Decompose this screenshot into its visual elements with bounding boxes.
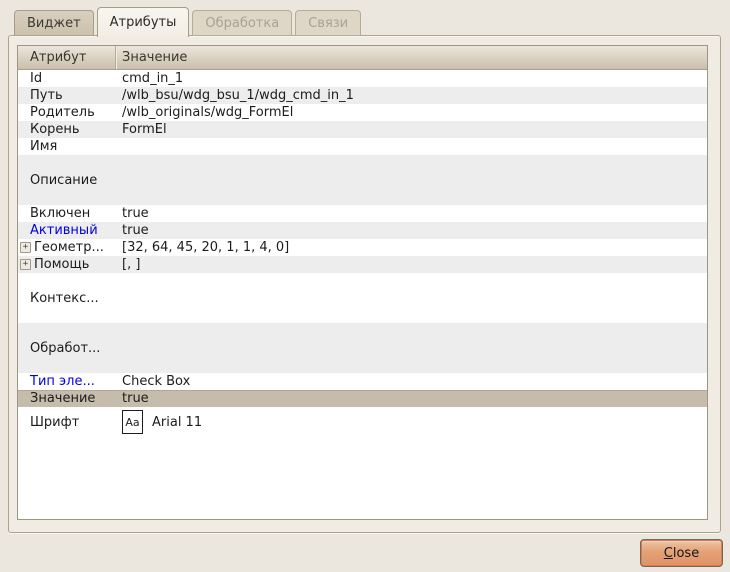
attribute-value: Arial 11 <box>152 415 202 430</box>
attribute-name-cell: Корень <box>18 122 116 137</box>
tab-label: Обработка <box>205 16 279 31</box>
attribute-name-cell: Включен <box>18 206 116 221</box>
attribute-value-cell: Check Box <box>116 374 707 389</box>
attribute-value: true <box>122 223 149 238</box>
tab-bar: Виджет Атрибуты Обработка Связи <box>14 0 364 36</box>
table-row[interactable]: Активный true <box>18 222 707 239</box>
attribute-name-label: Контекс... <box>30 291 99 306</box>
attribute-value: FormEl <box>122 122 167 137</box>
table-row[interactable]: Тип эле... Check Box <box>18 373 707 390</box>
attribute-name-cell: Путь <box>18 88 116 103</box>
column-header-attribute[interactable]: Атрибут <box>18 46 116 69</box>
attribute-name-label: Имя <box>30 139 57 154</box>
attribute-value: /wlb_originals/wdg_FormEl <box>122 105 293 120</box>
attribute-name-label: Описание <box>30 173 97 188</box>
attribute-name-cell: Значение <box>18 391 116 406</box>
table-row[interactable]: Шрифт Aa Arial 11 <box>18 407 707 437</box>
table-row[interactable]: Корень FormEl <box>18 121 707 138</box>
attribute-name-link[interactable]: Активный <box>30 223 98 238</box>
attribute-name-label: Id <box>30 71 42 86</box>
attribute-value-cell: FormEl <box>116 122 707 137</box>
attribute-value-cell: true <box>116 223 707 238</box>
attribute-name-label: Корень <box>30 122 80 137</box>
tab-links: Связи <box>295 10 361 36</box>
table-row[interactable]: Путь/wlb_bsu/wdg_bsu_1/wdg_cmd_in_1 <box>18 87 707 104</box>
table-row[interactable]: Обработ... <box>18 323 707 373</box>
table-row[interactable]: Значение true <box>18 390 707 407</box>
attribute-value: /wlb_bsu/wdg_bsu_1/wdg_cmd_in_1 <box>122 88 354 103</box>
attribute-name-cell: Имя <box>18 139 116 154</box>
attribute-name-label: Включен <box>30 206 90 221</box>
table-header: Атрибут Значение <box>18 46 707 70</box>
attribute-value: cmd_in_1 <box>122 71 183 86</box>
attribute-name-cell: Шрифт <box>18 415 116 430</box>
attribute-name-cell: Описание <box>18 173 116 188</box>
button-bar: Close <box>640 539 723 567</box>
attribute-value-cell: Aa Arial 11 <box>116 410 707 434</box>
table-row[interactable]: Включен true <box>18 205 707 222</box>
attribute-name-label: Помощь <box>34 257 89 272</box>
tab-label: Атрибуты <box>110 15 177 30</box>
close-button-accel: C <box>664 546 673 561</box>
attribute-name-cell: Id <box>18 71 116 86</box>
tab-label: Виджет <box>27 16 81 31</box>
attribute-name-label: Шрифт <box>30 415 79 430</box>
close-button-label: lose <box>673 546 699 561</box>
attribute-name-label: Геометр... <box>34 240 104 255</box>
attribute-name-label: Значение <box>30 391 95 406</box>
attribute-name-label: Родитель <box>30 105 95 120</box>
attribute-name-cell: +Помощь <box>18 257 116 272</box>
table-row[interactable]: Контекс... <box>18 273 707 323</box>
table-body: Idcmd_in_1Путь/wlb_bsu/wdg_bsu_1/wdg_cmd… <box>18 70 707 437</box>
column-header-label: Атрибут <box>30 50 86 65</box>
attribute-name-link[interactable]: Тип эле... <box>30 374 95 389</box>
attributes-panel: Атрибут Значение Idcmd_in_1Путь/wlb_bsu/… <box>8 35 721 533</box>
table-row[interactable]: Описание <box>18 155 707 205</box>
tab-widget[interactable]: Виджет <box>14 10 94 36</box>
table-row[interactable]: +Геометр... [32, 64, 45, 20, 1, 1, 4, 0] <box>18 239 707 256</box>
attribute-value: true <box>122 391 149 406</box>
tab-processing: Обработка <box>192 10 292 36</box>
tab-label: Связи <box>308 16 348 31</box>
attribute-name-cell: Обработ... <box>18 341 116 356</box>
attribute-value: Check Box <box>122 374 190 389</box>
attribute-name-label: Обработ... <box>30 341 100 356</box>
expander-plus-icon[interactable]: + <box>20 259 31 270</box>
attribute-value: true <box>122 206 149 221</box>
attribute-value-cell: true <box>116 206 707 221</box>
attribute-value-cell: /wlb_bsu/wdg_bsu_1/wdg_cmd_in_1 <box>116 88 707 103</box>
table-row[interactable]: Родитель/wlb_originals/wdg_FormEl <box>18 104 707 121</box>
attribute-value-cell: cmd_in_1 <box>116 71 707 86</box>
attributes-window: Виджет Атрибуты Обработка Связи Атрибут … <box>0 0 730 572</box>
table-row[interactable]: Id cmd_in_1 <box>18 70 707 87</box>
expander-plus-icon[interactable]: + <box>20 242 31 253</box>
attribute-name-cell: Активный <box>18 223 116 238</box>
attribute-value-cell: [32, 64, 45, 20, 1, 1, 4, 0] <box>116 240 707 255</box>
attribute-name-cell: Родитель <box>18 105 116 120</box>
attribute-value-cell: /wlb_originals/wdg_FormEl <box>116 105 707 120</box>
attribute-name-cell: +Геометр... <box>18 240 116 255</box>
attribute-name-label: Путь <box>30 88 63 103</box>
attribute-value-cell: [, ] <box>116 257 707 272</box>
attribute-name-cell: Контекс... <box>18 291 116 306</box>
attribute-value-cell: true <box>116 391 707 406</box>
attribute-name-cell: Тип эле... <box>18 374 116 389</box>
font-preview-button[interactable]: Aa <box>122 410 143 434</box>
attribute-value: [32, 64, 45, 20, 1, 1, 4, 0] <box>122 240 289 255</box>
close-button[interactable]: Close <box>640 539 723 567</box>
column-header-value[interactable]: Значение <box>116 46 707 69</box>
attributes-table: Атрибут Значение Idcmd_in_1Путь/wlb_bsu/… <box>17 45 708 520</box>
tab-attributes[interactable]: Атрибуты <box>97 7 190 37</box>
table-row[interactable]: +Помощь [, ] <box>18 256 707 273</box>
table-row[interactable]: Имя <box>18 138 707 155</box>
attribute-value: [, ] <box>122 257 140 272</box>
column-header-label: Значение <box>122 50 187 65</box>
